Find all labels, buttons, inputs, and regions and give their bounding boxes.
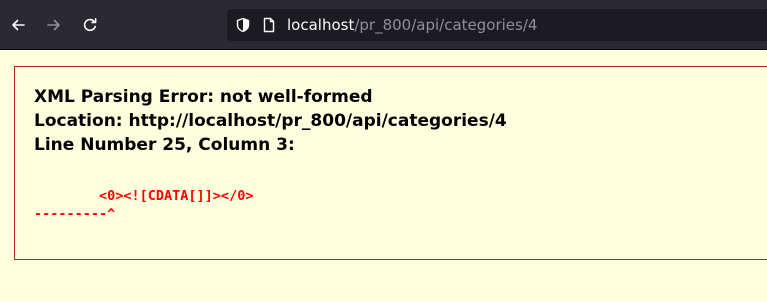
tracking-protection-shield-icon[interactable]: [235, 17, 251, 33]
xml-parse-error-box: XML Parsing Error: not well-formed Locat…: [14, 66, 767, 260]
reload-icon: [83, 18, 97, 32]
address-host: localhost: [287, 16, 355, 34]
error-source-text: <0><![CDATA[]]></0> ---------^: [34, 187, 253, 223]
error-location: Location: http://localhost/pr_800/api/ca…: [34, 111, 507, 131]
error-source-line: <0><![CDATA[]]></0>: [34, 188, 254, 204]
forward-button[interactable]: [38, 9, 70, 41]
error-line-info: Line Number 25, Column 3:: [34, 135, 295, 155]
error-heading: XML Parsing Error: not well-formed Locat…: [34, 85, 507, 157]
forward-arrow-icon: [47, 19, 60, 31]
address-text[interactable]: localhost/pr_800/api/categories/4: [287, 16, 537, 34]
browser-toolbar: localhost/pr_800/api/categories/4: [0, 0, 767, 50]
back-button[interactable]: [2, 9, 34, 41]
address-bar[interactable]: localhost/pr_800/api/categories/4: [227, 9, 767, 41]
back-arrow-icon: [12, 19, 25, 31]
address-path: /pr_800/api/categories/4: [354, 16, 538, 34]
reload-button[interactable]: [74, 9, 106, 41]
error-pointer-line: ---------^: [34, 206, 116, 222]
error-title: XML Parsing Error: not well-formed: [34, 87, 373, 107]
page-info-icon[interactable]: [261, 17, 277, 33]
